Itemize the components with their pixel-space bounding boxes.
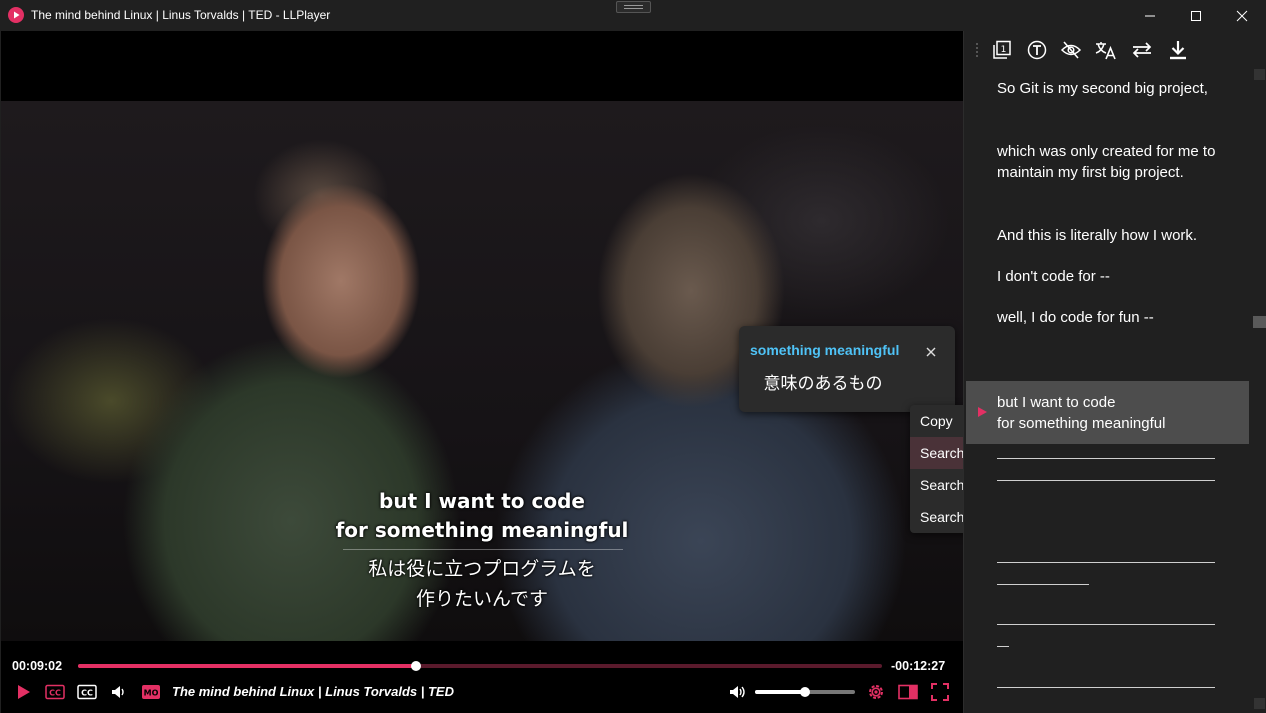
scroll-down-button[interactable] (1254, 698, 1265, 709)
mute-button[interactable] (109, 683, 129, 701)
play-button[interactable] (14, 683, 34, 701)
scroll-up-button[interactable] (1254, 69, 1265, 80)
seek-bar[interactable] (78, 661, 882, 671)
secondary-subtitle[interactable]: 私は役に立つプログラムを 作りたいんです (321, 554, 643, 614)
hide-subtitle-button[interactable] (1060, 39, 1082, 61)
gear-icon (869, 685, 883, 699)
playing-indicator-icon (978, 407, 987, 417)
subtitle-list-item[interactable]: I don't code for -- (997, 266, 1222, 287)
untranslated-placeholder (997, 687, 1215, 688)
untranslated-placeholder (997, 624, 1215, 625)
seek-progress (78, 664, 417, 668)
secondary-subtitle-line[interactable]: 私は役に立つプログラムを (321, 554, 643, 584)
sidebar-scrollbar[interactable] (1252, 67, 1266, 713)
download-icon (1170, 41, 1186, 60)
window-drag-handle[interactable] (616, 1, 651, 13)
active-subtitle-line: for something meaningful (997, 415, 1166, 432)
swap-subtitle-button[interactable] (1131, 39, 1153, 61)
speaker-icon (112, 686, 124, 698)
subtitle-list-item[interactable]: well, I do code for fun -- (997, 307, 1222, 328)
svg-text:CC: CC (81, 689, 93, 698)
close-window-button[interactable] (1219, 0, 1265, 31)
download-button[interactable] (1167, 39, 1189, 61)
subtitle-list-item-active[interactable]: but I want to code for something meaning… (966, 381, 1249, 444)
svg-text:1: 1 (1001, 45, 1007, 55)
untranslated-placeholder (997, 458, 1215, 459)
settings-button[interactable] (866, 683, 886, 701)
active-subtitle-text: but I want to code for something meaning… (997, 392, 1165, 434)
translate-button[interactable] (1095, 39, 1117, 61)
window-title: The mind behind Linux | Linus Torvalds |… (31, 8, 331, 22)
volume-button[interactable] (728, 683, 748, 701)
scroll-thumb[interactable] (1253, 316, 1266, 328)
cc-icon: CC (77, 684, 97, 700)
app-logo-icon (8, 7, 24, 23)
untranslated-placeholder (997, 480, 1215, 481)
volume-level (755, 690, 805, 694)
volume-icon (730, 686, 745, 698)
subtitle-list-item[interactable]: So Git is my second big project, (997, 78, 1222, 99)
play-icon (18, 685, 30, 699)
seek-thumb[interactable] (411, 661, 422, 671)
toolbar-grip[interactable] (976, 43, 978, 57)
close-icon (1236, 10, 1248, 21)
cc-icon: CC (45, 684, 65, 700)
secondary-subtitle-toggle[interactable]: CC (77, 683, 97, 701)
popup-close-button[interactable] (923, 344, 939, 360)
svg-text:MO: MO (144, 689, 159, 698)
single-subtitle-icon: 1 (993, 40, 1011, 59)
subtitle-list-item[interactable]: And this is literally how I work. (997, 225, 1222, 246)
maximize-icon (1191, 10, 1201, 21)
maximize-button[interactable] (1173, 0, 1219, 31)
untranslated-placeholder (997, 584, 1089, 585)
svg-text:CC: CC (49, 689, 61, 698)
close-icon (926, 347, 936, 357)
text-format-icon (1027, 40, 1047, 60)
lookup-meaning: 意味のあるもの (763, 374, 883, 394)
primary-subtitle-line[interactable]: for something meaningful (321, 516, 643, 545)
untranslated-placeholder (997, 562, 1215, 563)
media-info-button[interactable]: MO (141, 683, 161, 701)
subtitle-list-item[interactable]: which was only created for me to maintai… (997, 141, 1222, 183)
lookup-word: something meaningful (750, 342, 900, 358)
translate-icon (1095, 42, 1116, 60)
media-icon: MO (142, 685, 160, 699)
sidebar-toolbar: 1 (964, 31, 1266, 67)
remaining-time: -00:12:27 (891, 659, 946, 673)
current-time: 00:09:02 (12, 659, 63, 673)
title-bar: The mind behind Linux | Linus Torvalds |… (0, 0, 1266, 31)
swap-icon (1132, 42, 1152, 58)
single-subtitle-button[interactable]: 1 (991, 39, 1013, 61)
volume-thumb[interactable] (800, 687, 810, 697)
subtitle-sidebar: 1 So Git is my second big project, which… (963, 31, 1266, 713)
sidebar-toggle-button[interactable] (898, 683, 918, 701)
primary-subtitle-line[interactable]: but I want to code (321, 487, 643, 516)
sidebar-icon (898, 684, 918, 700)
active-subtitle-line: but I want to code (997, 394, 1116, 411)
eye-off-icon (1060, 41, 1082, 59)
media-title: The mind behind Linux | Linus Torvalds |… (172, 684, 454, 699)
text-format-button[interactable] (1026, 39, 1048, 61)
fullscreen-icon (931, 683, 949, 701)
player-controls: 00:09:02 -00:12:27 CC CC MO The mind beh… (1, 641, 963, 713)
minimize-icon (1145, 15, 1155, 16)
secondary-subtitle-line[interactable]: 作りたいんです (321, 584, 643, 614)
subtitle-list[interactable]: So Git is my second big project, which w… (964, 75, 1252, 705)
untranslated-placeholder (997, 646, 1009, 647)
volume-slider[interactable] (755, 687, 855, 697)
primary-subtitle-toggle[interactable]: CC (45, 683, 65, 701)
subtitle-divider (343, 549, 623, 550)
fullscreen-button[interactable] (930, 683, 950, 701)
primary-subtitle[interactable]: but I want to code for something meaning… (321, 487, 643, 545)
minimize-button[interactable] (1127, 0, 1173, 31)
word-lookup-popup: something meaningful 意味のあるもの (739, 326, 955, 412)
